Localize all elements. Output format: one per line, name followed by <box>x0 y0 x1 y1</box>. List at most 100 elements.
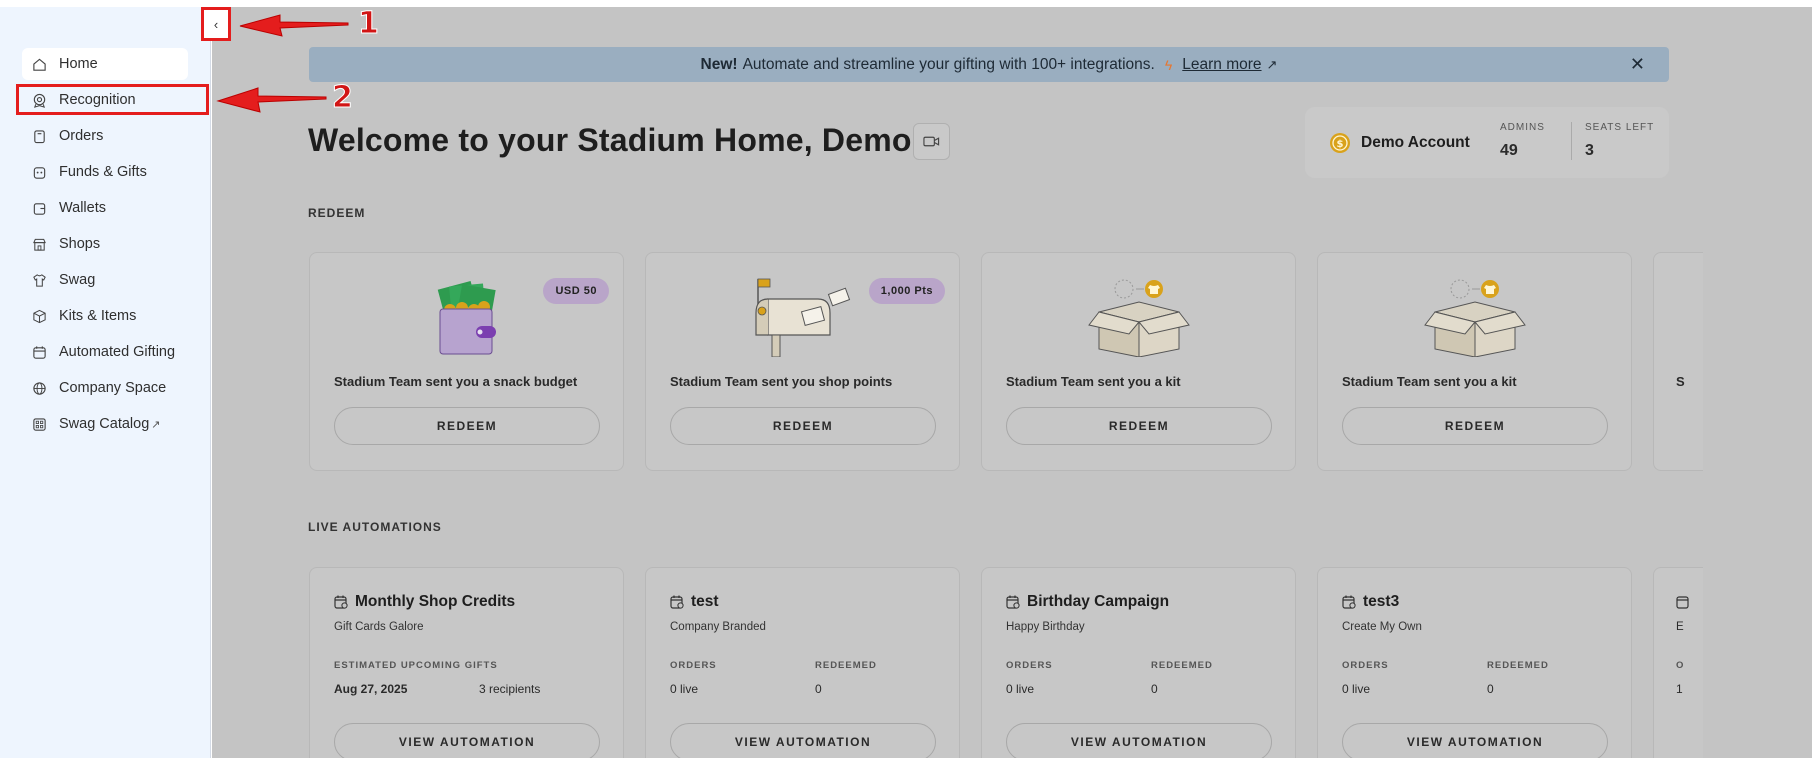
automation-stat-label: O <box>1676 660 1684 671</box>
external-link-icon: ↗ <box>1266 56 1278 72</box>
automation-card: Monthly Shop Credits Gift Cards Galore E… <box>309 567 624 758</box>
automation-card: test Company Branded ORDERS 0 live REDEE… <box>645 567 960 758</box>
automation-stat-value: 1 <box>1676 682 1683 696</box>
kit-box-illustration <box>1087 279 1190 357</box>
sidebar-item-shops[interactable]: Shops <box>22 228 188 260</box>
orders-label: ORDERS <box>1342 660 1389 671</box>
redeem-card: Stadium Team sent you a kit REDEEM <box>981 252 1296 471</box>
annotation-arrow-1 <box>239 14 349 37</box>
sidebar-item-wallets[interactable]: Wallets <box>22 192 188 224</box>
redeemed-value: 0 <box>815 682 822 696</box>
redeem-message: Stadium Team sent you a kit <box>1006 374 1181 389</box>
stat-divider <box>1571 122 1572 160</box>
announcement-banner: New! Automate and streamline your giftin… <box>309 47 1669 82</box>
sidebar-item-home[interactable]: Home <box>22 48 188 80</box>
shirt-icon <box>31 272 47 288</box>
sidebar-item-funds[interactable]: Funds & Gifts <box>22 156 188 188</box>
top-strip <box>0 0 1812 7</box>
sidebar-item-label: Company Space <box>59 380 167 396</box>
orders-label: ORDERS <box>670 660 717 671</box>
calendar-icon <box>1006 595 1020 609</box>
redeemed-label: REDEEMED <box>1487 660 1549 671</box>
automation-card-clipped: E O 1 <box>1653 567 1703 758</box>
view-automation-button[interactable]: VIEW AUTOMATION <box>334 723 600 758</box>
sidebar-item-label: Swag <box>59 272 96 288</box>
sidebar-item-orders[interactable]: Orders <box>22 120 188 152</box>
view-automation-button[interactable]: VIEW AUTOMATION <box>1006 723 1272 758</box>
orders-icon <box>31 128 47 144</box>
redeem-section-title: REDEEM <box>308 206 366 220</box>
sidebar-item-automated-gifting[interactable]: Automated Gifting <box>22 336 188 368</box>
sidebar: Home Recognition Orders Funds & Gifts Wa… <box>0 7 211 758</box>
admins-value: 49 <box>1500 142 1518 159</box>
redeem-message: Stadium Team sent you a snack budget <box>334 374 578 389</box>
automation-subtitle: E <box>1676 621 1684 633</box>
svg-text:$: $ <box>1337 139 1344 150</box>
annotation-number-1: 1 <box>358 6 380 42</box>
kit-box-illustration <box>1423 279 1526 357</box>
page-title: Welcome to your Stadium Home, Demo! <box>308 122 923 158</box>
redeemed-value: 0 <box>1151 682 1158 696</box>
main-content: New! Automate and streamline your giftin… <box>212 7 1812 758</box>
calendar-icon <box>1342 595 1356 609</box>
annotation-number-2: 2 <box>332 80 354 116</box>
sidebar-item-label: Wallets <box>59 200 106 216</box>
automations-section-title: LIVE AUTOMATIONS <box>308 520 442 534</box>
redeem-button[interactable]: REDEEM <box>670 407 936 445</box>
orders-label: ORDERS <box>1006 660 1053 671</box>
sidebar-item-swag[interactable]: Swag <box>22 264 188 296</box>
collapse-sidebar-button[interactable]: ‹ <box>201 7 231 41</box>
automation-card: Birthday Campaign Happy Birthday ORDERS … <box>981 567 1296 758</box>
redeemed-label: REDEEMED <box>815 660 877 671</box>
video-button[interactable] <box>913 123 950 160</box>
chevron-left-icon: ‹ <box>213 16 219 32</box>
home-icon <box>31 56 47 72</box>
automation-stat-label: ESTIMATED UPCOMING GIFTS <box>334 660 498 671</box>
coin-icon: $ <box>1330 133 1350 153</box>
redeemed-label: REDEEMED <box>1151 660 1213 671</box>
redeem-card: Stadium Team sent you a kit REDEEM <box>1317 252 1632 471</box>
mailbox-illustration <box>754 278 850 357</box>
video-camera-icon <box>923 136 940 147</box>
automation-subtitle: Company Branded <box>670 621 766 633</box>
reward-badge: 1,000 Pts <box>868 278 945 304</box>
redeem-button[interactable]: REDEEM <box>1006 407 1272 445</box>
wallet-money-illustration <box>437 280 496 355</box>
automation-card: test3 Create My Own ORDERS 0 live REDEEM… <box>1317 567 1632 758</box>
banner-new-label: New! <box>700 55 738 73</box>
automation-recipients: 3 recipients <box>479 682 541 696</box>
reward-badge: USD 50 <box>543 278 609 304</box>
account-name: Demo Account <box>1361 134 1470 151</box>
learn-more-link[interactable]: Learn more <box>1182 56 1261 74</box>
sidebar-item-label: Kits & Items <box>59 308 137 324</box>
calendar-icon <box>31 344 47 360</box>
redeem-message: S <box>1676 374 1685 389</box>
automation-subtitle: Create My Own <box>1342 621 1422 633</box>
redeem-button[interactable]: REDEEM <box>1342 407 1608 445</box>
account-card: $ Demo Account ADMINS 49 SEATS LEFT 3 <box>1305 107 1669 178</box>
redeem-message: Stadium Team sent you a kit <box>1342 374 1517 389</box>
redeem-message: Stadium Team sent you shop points <box>670 374 893 389</box>
redeem-card: 1,000 Pts Stadium Team sent you shop poi… <box>645 252 960 471</box>
sidebar-item-swag-catalog[interactable]: Swag Catalog ↗ <box>22 408 188 440</box>
orders-value: 0 live <box>1342 682 1371 696</box>
automation-title: Monthly Shop Credits <box>355 593 516 610</box>
sidebar-item-label: Orders <box>59 128 104 144</box>
sidebar-item-label: Home <box>59 56 98 72</box>
sidebar-item-company-space[interactable]: Company Space <box>22 372 188 404</box>
close-icon[interactable]: ✕ <box>1630 54 1645 75</box>
orders-value: 0 live <box>670 682 699 696</box>
sidebar-item-label: Shops <box>59 236 101 252</box>
sidebar-item-label: Swag Catalog <box>59 416 150 432</box>
sidebar-item-kits[interactable]: Kits & Items <box>22 300 188 332</box>
view-automation-button[interactable]: VIEW AUTOMATION <box>670 723 936 758</box>
view-automation-button[interactable]: VIEW AUTOMATION <box>1342 723 1608 758</box>
annotation-arrow-2 <box>216 87 327 113</box>
sidebar-item-label: Funds & Gifts <box>59 164 147 180</box>
shop-icon <box>31 236 47 252</box>
sidebar-item-label: Automated Gifting <box>59 344 176 360</box>
catalog-icon <box>31 416 47 432</box>
automation-subtitle: Happy Birthday <box>1006 621 1085 633</box>
redeem-button[interactable]: REDEEM <box>334 407 600 445</box>
automation-title: test <box>691 593 719 610</box>
